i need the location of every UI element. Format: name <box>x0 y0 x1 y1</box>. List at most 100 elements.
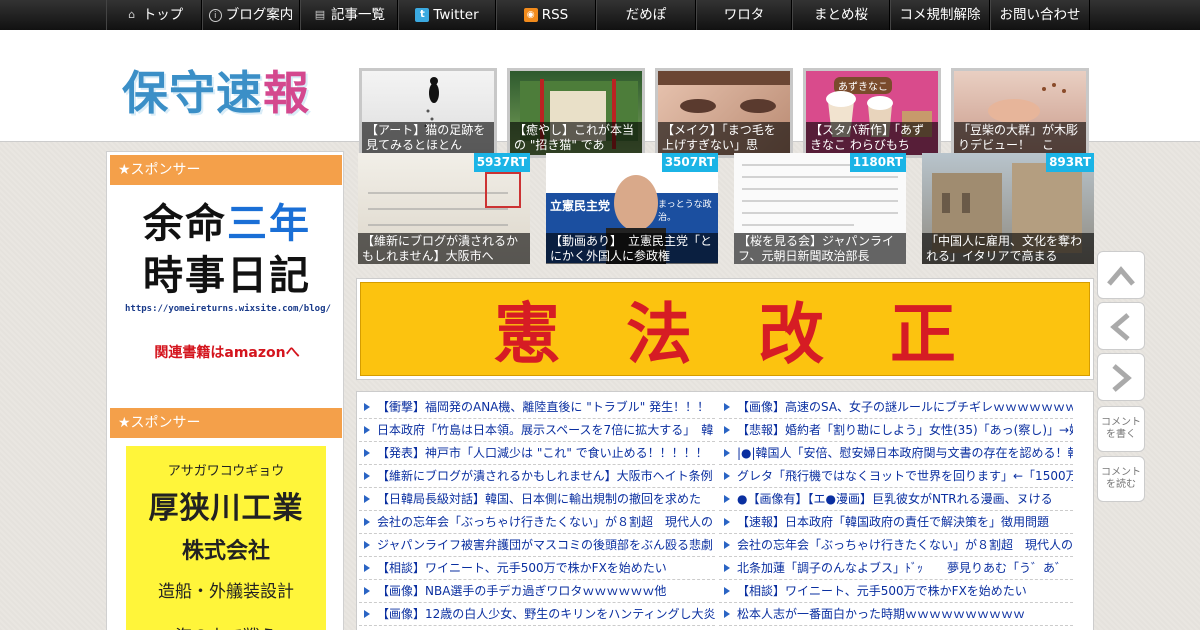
nav-item-blog-guide[interactable]: i ブログ案内 <box>202 0 300 30</box>
logo-char: 守 <box>169 66 216 120</box>
rss-icon: ◉ <box>523 8 538 22</box>
constitution-reform-banner[interactable]: 憲 法 改 正 <box>356 278 1094 380</box>
ad1-amazon-link[interactable]: 関連書籍はamazonへ <box>125 342 329 362</box>
link-item[interactable]: 会社の忘年会「ぶっちゃけ行きたくない」が８割超 現代人の <box>359 511 715 534</box>
link-item[interactable]: 【画像】12歳の白人少女、野生のキリンをハンティングし大炎 <box>359 603 715 626</box>
link-item[interactable]: 【発表】神戸市「人口減少は "これ" で食い止める！！！！！ <box>359 442 715 465</box>
logo-char: 速 <box>216 66 263 120</box>
article-link-list: 【衝撃】福岡発のANA機、離陸直後に "トラブル" 発生！！！ 日本政府「竹島は… <box>356 391 1094 630</box>
rt-item-sakura[interactable]: 1180RT 【桜を見る会】ジャパンライフ、元朝日新聞政治部長 <box>734 153 906 264</box>
header-thumb-shiba-carving[interactable]: 「豆柴の大群」が木彫りデビュー！ こ <box>951 68 1089 158</box>
banner-char: 法 <box>626 295 692 373</box>
site-logo[interactable]: 保守速報 <box>122 57 310 123</box>
prev-article-button[interactable] <box>1097 302 1145 350</box>
link-item[interactable]: 日本政府「竹島は日本領。展示スペースを7倍に拡大する」 韓 <box>359 419 715 442</box>
link-item[interactable]: グレタ「飛行機ではなくヨットで世界を回ります」←「1500万 <box>719 465 1073 488</box>
rt-item-rikken[interactable]: 立憲民主党 まっとうな政治。 3507RT 【動画あり】 立憲民主党「とにかく外… <box>546 153 718 264</box>
link-item[interactable]: 【画像】NBA選手の手デカ過ぎワロタｗｗｗｗｗｗ他 <box>359 580 715 603</box>
top-nav-bar: ⌂ トップ i ブログ案内 ▤ 記事一覧 t Twitter ◉ RSS だめぽ… <box>0 0 1200 30</box>
rt-caption: 【動画あり】 立憲民主党「とにかく外国人に参政権 <box>546 233 718 264</box>
rt-item-ishin[interactable]: 5937RT 【維新にブログが潰されるかもしれません】大阪市へ <box>358 153 530 264</box>
nav-item-top[interactable]: ⌂ トップ <box>106 0 202 30</box>
nav-label: RSS <box>541 7 569 23</box>
ad2-business: 造船・外艤装設計 <box>158 582 294 602</box>
rt-item-italy[interactable]: 893RT 「中国人に雇用、文化を奪われる」イタリアで高まる <box>922 153 1094 264</box>
logo-char: 報 <box>263 66 310 120</box>
link-item[interactable]: 【速報】日本政府「韓国政府の責任で解決策を」徴用問題 <box>719 511 1073 534</box>
link-item[interactable]: ジャパンライフ被害弁護団がマスコミの後頭部をぶん殴る悲劇 <box>359 534 715 557</box>
ad1-url: https://yomeireturns.wixsite.com/blog/ <box>125 304 331 314</box>
nav-item-warota[interactable]: ワロタ <box>696 0 792 30</box>
link-item[interactable]: 北条加蓮「調子のんなよブス」ﾄﾞｯ 夢見りあむ「う゛あ゛ <box>719 557 1073 580</box>
header-thumb-lucky-cat[interactable]: 【癒やし】これが本当の "招き猫" であ <box>507 68 645 158</box>
nav-label: コメ規制解除 <box>899 7 981 23</box>
link-item[interactable]: |●|韓国人「安倍、慰安婦日本政府関与文書の存在を認める！韓 <box>719 442 1073 465</box>
link-item[interactable]: 【維新にブログが潰されるかもしれません】大阪市ヘイト条例 <box>359 465 715 488</box>
nav-label: お問い合わせ <box>999 7 1081 23</box>
ad-yomei-sannen[interactable]: 余命三年 時事日記 https://yomeireturns.wixsite.c… <box>125 198 331 378</box>
link-column-right: 【画像】高速のSA、女子の謎ルールにブチギレｗｗｗｗｗｗｗ 【悲報】婚約者「割り… <box>719 396 1073 626</box>
chevron-right-icon <box>1112 364 1132 392</box>
nav-item-article-list[interactable]: ▤ 記事一覧 <box>300 0 398 30</box>
link-column-left: 【衝撃】福岡発のANA機、離陸直後に "トラブル" 発生！！！ 日本政府「竹島は… <box>359 396 715 626</box>
link-item[interactable]: 【相談】ワイニート、元手500万で株かFXを始めたい <box>359 557 715 580</box>
twitter-icon: t <box>415 8 430 22</box>
link-item[interactable]: 【相談】ワイニート、元手500万で株かFXを始めたい <box>719 580 1073 603</box>
link-item[interactable]: 【画像】高速のSA、女子の謎ルールにブチギレｗｗｗｗｗｗｗ <box>719 396 1073 419</box>
nav-item-comment-unblock[interactable]: コメ規制解除 <box>890 0 990 30</box>
link-item[interactable]: ●【画像有】【エ●漫画】巨乳彼女がNTRれる漫画、ヌける <box>719 488 1073 511</box>
nav-item-contact[interactable]: お問い合わせ <box>990 0 1090 30</box>
banner-char: 憲 <box>494 295 560 373</box>
ad1-title-line2: 時事日記 <box>143 253 311 299</box>
rt-caption: 【桜を見る会】ジャパンライフ、元朝日新聞政治部長 <box>734 233 906 264</box>
rt-count-badge: 3507RT <box>661 153 718 172</box>
sidebar: ★スポンサー 余命三年 時事日記 https://yomeireturns.wi… <box>106 151 344 630</box>
link-item[interactable]: 松本人志が一番面白かった時期ｗｗｗｗｗｗｗｗｗｗ <box>719 603 1073 626</box>
rt-count-badge: 1180RT <box>849 153 906 172</box>
rt-count-badge: 5937RT <box>473 153 530 172</box>
nav-item-twitter[interactable]: t Twitter <box>398 0 496 30</box>
ad2-kana: アサガワコウギョウ <box>167 464 285 479</box>
header-thumb-cat-footprints[interactable]: 【アート】猫の足跡を見てみるとほとん <box>359 68 497 158</box>
nav-item-rss[interactable]: ◉ RSS <box>496 0 596 30</box>
banner-char: 改 <box>758 295 824 373</box>
link-item[interactable]: 【衝撃】福岡発のANA機、離陸直後に "トラブル" 発生！！！ <box>359 396 715 419</box>
ad-asagawa-kogyo[interactable]: アサガワコウギョウ 厚狭川工業 株式会社 造船・外艤装設計 海の上で戦う <box>126 446 326 630</box>
ad2-company-type: 株式会社 <box>181 539 270 564</box>
scroll-top-button[interactable] <box>1097 251 1145 299</box>
banner-char: 正 <box>890 295 956 373</box>
header-thumb-starbucks[interactable]: あずきなこ 【スタバ新作】「あずきなこ わらびもち <box>803 68 941 158</box>
link-item[interactable]: 会社の忘年会「ぶっちゃけ行きたくない」が８割超 現代人の <box>719 534 1073 557</box>
sponsor-heading: ★スポンサー <box>110 155 342 185</box>
header-thumb-eyelash[interactable]: 【メイク】「まつ毛を上げすぎない」思 <box>655 68 793 158</box>
ad1-title-line1: 余命三年 <box>125 198 329 250</box>
home-icon: ⌂ <box>128 8 136 21</box>
party-name: 立憲民主党 <box>550 199 611 213</box>
nav-label: トップ <box>142 7 184 23</box>
nav-label: ワロタ <box>723 7 765 23</box>
write-comment-button[interactable]: コメントを書く <box>1097 406 1145 452</box>
rt-caption: 【維新にブログが潰されるかもしれません】大阪市へ <box>358 233 530 264</box>
nav-item-damepo[interactable]: だめぽ <box>596 0 696 30</box>
nav-label: 記事一覧 <box>331 7 385 23</box>
list-icon: ▤ <box>314 8 326 21</box>
party-slogan: まっとうな政治。 <box>658 200 712 223</box>
nav-label: ブログ案内 <box>225 7 294 23</box>
ad1-text: 余命 <box>143 201 227 247</box>
chevron-up-icon <box>1107 266 1135 286</box>
thumb-caption: 【癒やし】これが本当の "招き猫" であ <box>510 122 642 155</box>
thumb-caption: 【メイク】「まつ毛を上げすぎない」思 <box>658 122 790 155</box>
read-comment-button[interactable]: コメントを読む <box>1097 456 1145 502</box>
next-article-button[interactable] <box>1097 353 1145 401</box>
logo-char: 保 <box>122 66 169 120</box>
thumb-caption: 「豆柴の大群」が木彫りデビュー！ こ <box>954 122 1086 155</box>
link-item[interactable]: 【日韓局長級対話】韓国、日本側に輸出規制の撤回を求めた <box>359 488 715 511</box>
nav-item-matome-sakura[interactable]: まとめ桜 <box>792 0 890 30</box>
thumb-caption: 【スタバ新作】「あずきなこ わらびもち <box>806 122 938 155</box>
ad1-text: 三年 <box>227 201 311 247</box>
ad2-tagline: 海の上で戦う <box>126 622 326 630</box>
nav-label: まとめ桜 <box>814 7 868 23</box>
ad2-company-name: 厚狭川工業 <box>148 491 304 526</box>
nav-label: Twitter <box>433 7 479 23</box>
link-item[interactable]: 【悲報】婚約者「割り勘にしよう」女性(35)「あっ(察し)」→婚 <box>719 419 1073 442</box>
